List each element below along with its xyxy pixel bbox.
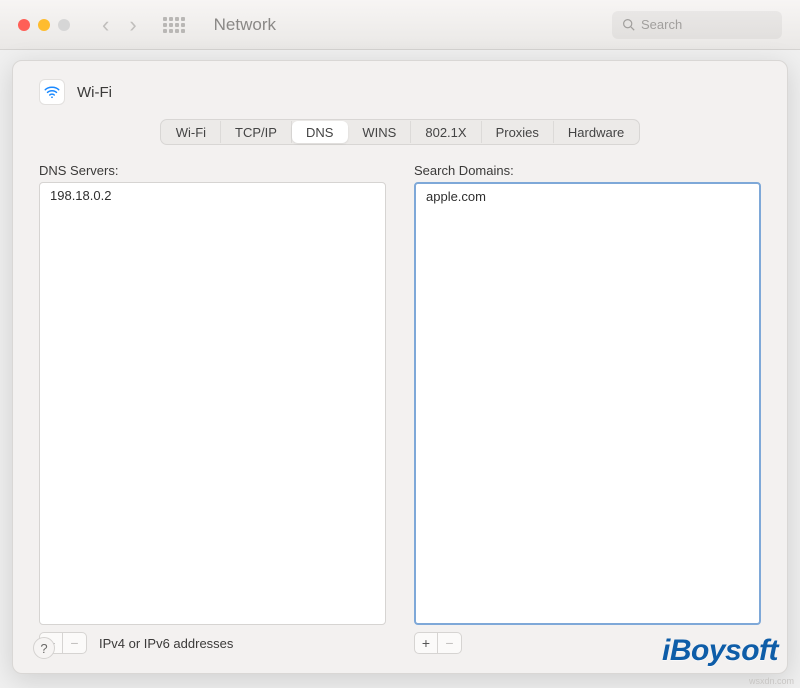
search-icon: [622, 18, 635, 31]
remove-search-domain-button[interactable]: −: [438, 632, 462, 654]
tab-8021x[interactable]: 802.1X: [411, 121, 481, 143]
remove-dns-server-button[interactable]: −: [63, 632, 87, 654]
search-placeholder: Search: [641, 17, 682, 32]
search-domains-list[interactable]: apple.com: [414, 182, 761, 625]
tab-proxies[interactable]: Proxies: [482, 121, 554, 143]
window-title: Network: [214, 15, 276, 35]
search-domains-column: Search Domains: apple.com + −: [414, 163, 761, 655]
window-toolbar: ‹ › Network Search: [0, 0, 800, 50]
dns-servers-label: DNS Servers:: [39, 163, 386, 178]
settings-sheet: Wi-Fi Wi-Fi TCP/IP DNS WINS 802.1X Proxi…: [12, 60, 788, 674]
search-domains-label: Search Domains:: [414, 163, 761, 178]
zoom-window-button[interactable]: [58, 19, 70, 31]
tab-wifi[interactable]: Wi-Fi: [162, 121, 221, 143]
apps-grid-icon[interactable]: [163, 17, 184, 32]
forward-button[interactable]: ›: [129, 12, 136, 38]
back-button[interactable]: ‹: [102, 12, 109, 38]
nav-arrows: ‹ ›: [102, 12, 137, 38]
list-item[interactable]: apple.com: [416, 184, 759, 209]
dns-servers-hint: IPv4 or IPv6 addresses: [99, 636, 233, 651]
tab-tcpip[interactable]: TCP/IP: [221, 121, 292, 143]
credit-text: wsxdn.com: [749, 676, 794, 686]
sheet-header: Wi-Fi: [39, 79, 761, 105]
sheet-title: Wi-Fi: [77, 84, 112, 101]
dns-servers-controls: + − IPv4 or IPv6 addresses: [39, 631, 386, 655]
help-button[interactable]: ?: [33, 637, 55, 659]
tab-wins[interactable]: WINS: [348, 121, 411, 143]
dns-servers-column: DNS Servers: 198.18.0.2 + − IPv4 or IPv6…: [39, 163, 386, 655]
sheet-footer: ?: [33, 637, 55, 659]
search-input[interactable]: Search: [612, 11, 782, 39]
watermark-logo: iBoysoft: [662, 634, 778, 668]
dns-servers-list[interactable]: 198.18.0.2: [39, 182, 386, 625]
tab-hardware[interactable]: Hardware: [554, 121, 638, 143]
tab-bar: Wi-Fi TCP/IP DNS WINS 802.1X Proxies Har…: [160, 119, 641, 145]
tab-dns[interactable]: DNS: [292, 121, 348, 143]
dns-columns: DNS Servers: 198.18.0.2 + − IPv4 or IPv6…: [39, 163, 761, 655]
wifi-icon: [39, 79, 65, 105]
minimize-window-button[interactable]: [38, 19, 50, 31]
add-search-domain-button[interactable]: +: [414, 632, 438, 654]
close-window-button[interactable]: [18, 19, 30, 31]
list-item[interactable]: 198.18.0.2: [40, 183, 385, 208]
traffic-lights: [18, 19, 70, 31]
